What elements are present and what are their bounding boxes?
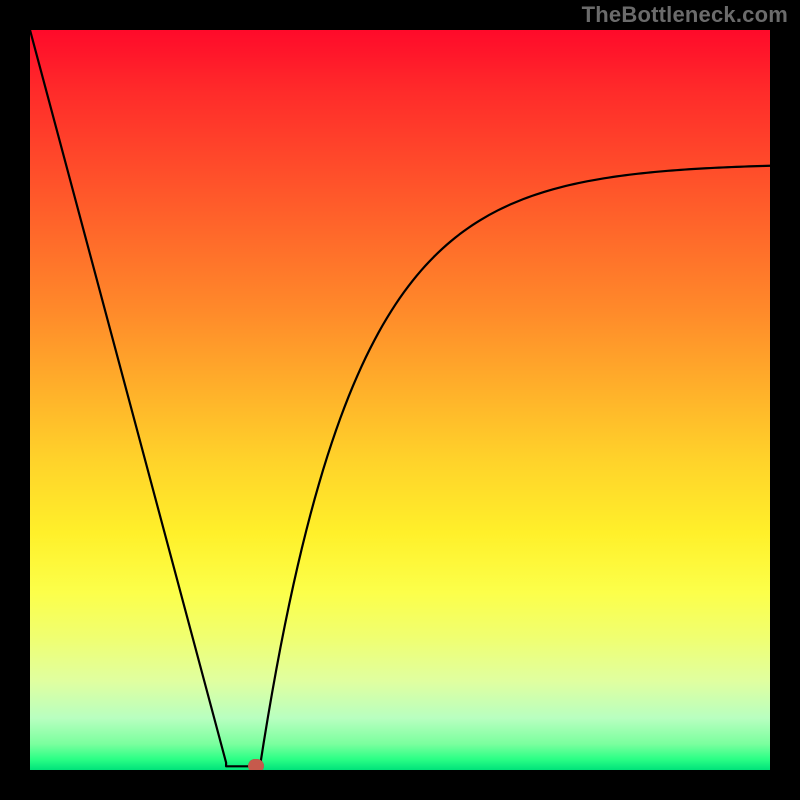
bottleneck-curve-path	[30, 30, 770, 770]
curve-layer	[30, 30, 770, 770]
watermark-text: TheBottleneck.com	[582, 2, 788, 28]
chart-frame: TheBottleneck.com	[0, 0, 800, 800]
plot-area	[30, 30, 770, 770]
minimum-marker	[248, 759, 264, 770]
